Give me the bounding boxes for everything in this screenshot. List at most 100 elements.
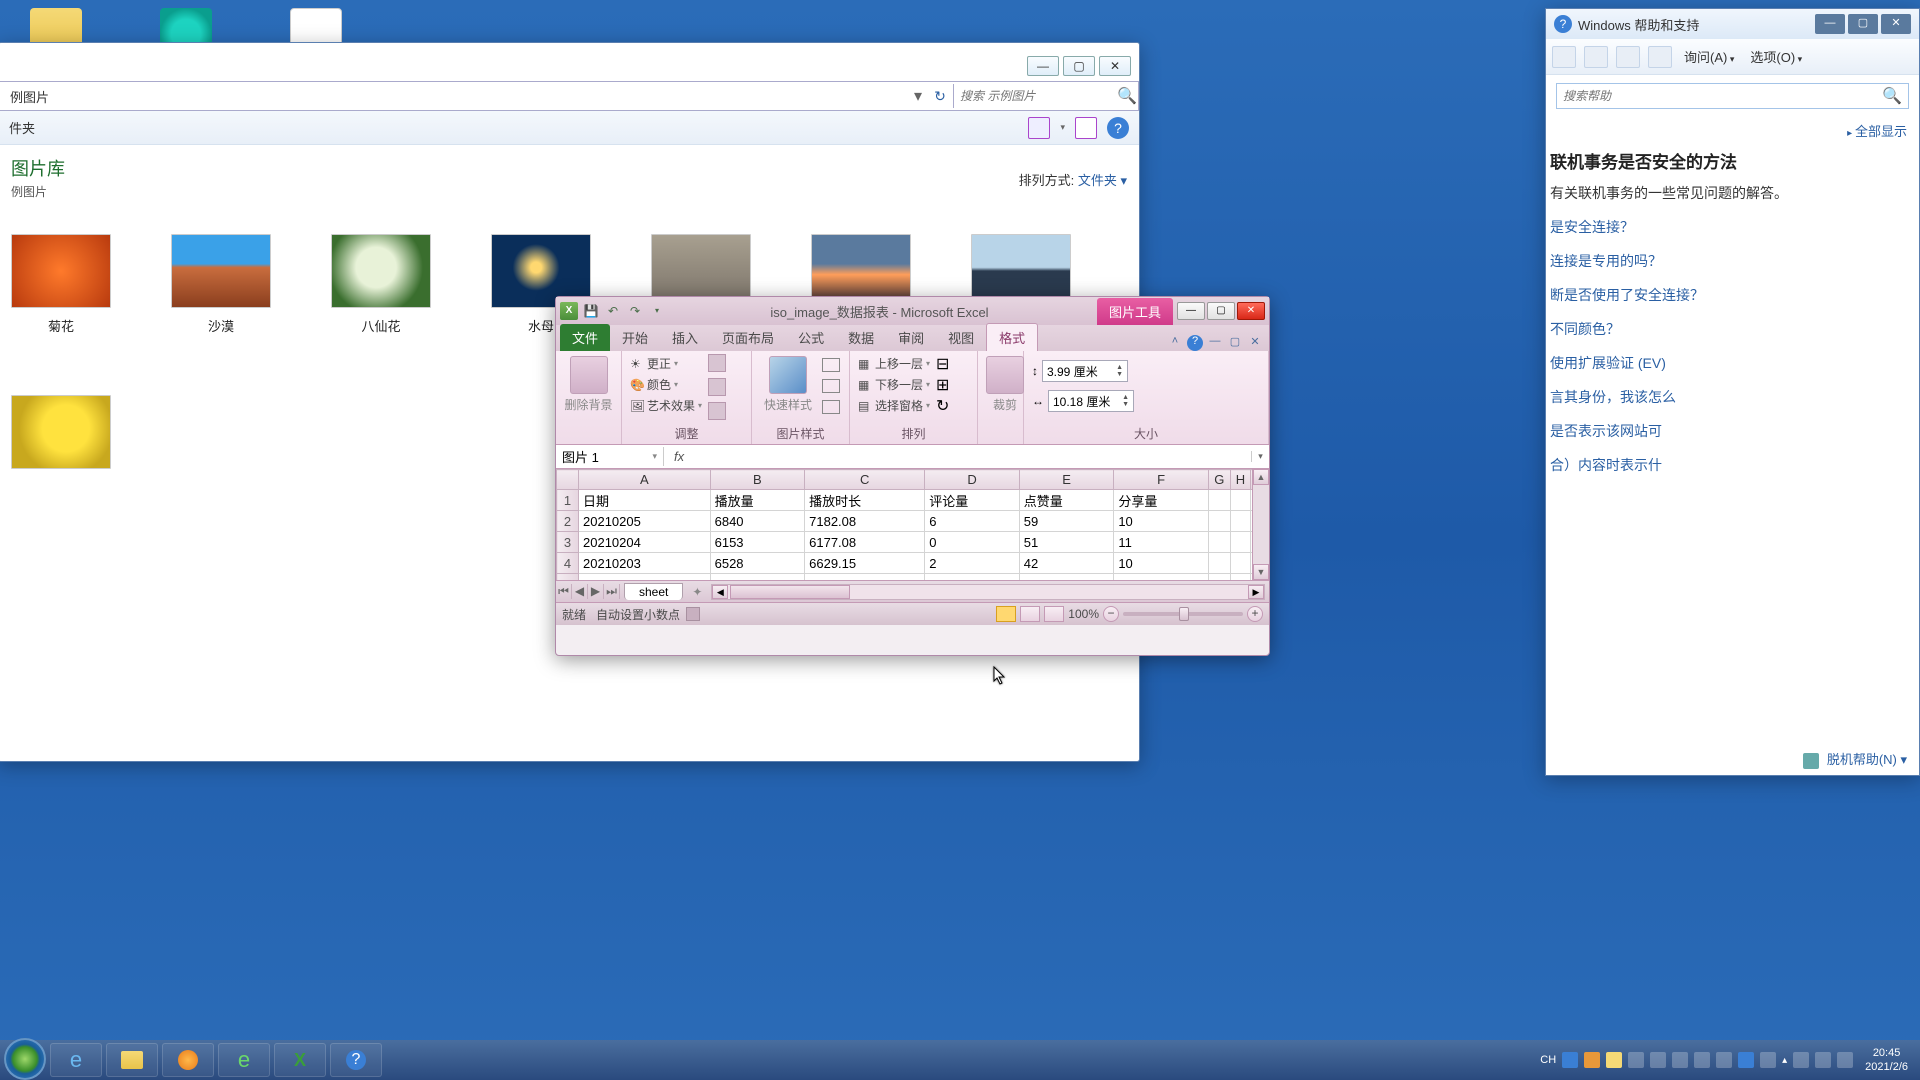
help-search-input[interactable] — [1563, 89, 1882, 103]
col-header[interactable]: G — [1208, 470, 1230, 490]
tray-flag-icon[interactable] — [1793, 1052, 1809, 1068]
tab-insert[interactable]: 插入 — [660, 324, 710, 351]
window-close-icon[interactable]: ✕ — [1247, 335, 1263, 351]
cell[interactable] — [1208, 553, 1230, 574]
crop-button[interactable]: 裁剪 — [986, 354, 1024, 413]
cell[interactable] — [1208, 490, 1230, 511]
cell[interactable]: 2 — [925, 553, 1020, 574]
remove-background-button[interactable]: 删除背景 — [564, 354, 613, 413]
name-box[interactable]: 图片 1 — [556, 447, 664, 466]
width-input[interactable]: 10.18 厘米▲▼ — [1048, 390, 1134, 412]
col-header[interactable]: C — [805, 470, 925, 490]
tray-ch-icon[interactable] — [1584, 1052, 1600, 1068]
cell[interactable]: 42 — [1019, 553, 1114, 574]
cell[interactable]: 20210204 — [579, 532, 711, 553]
scroll-left-icon[interactable]: ◀ — [712, 585, 728, 599]
cell[interactable]: 59 — [1019, 511, 1114, 532]
zoom-handle-icon[interactable] — [1179, 607, 1189, 621]
sort-dropdown[interactable]: 文件夹 ▾ — [1078, 173, 1127, 188]
help-link[interactable]: 断是否使用了安全连接？ — [1550, 285, 1907, 305]
tray-sync-icon[interactable] — [1628, 1052, 1644, 1068]
tab-formula[interactable]: 公式 — [786, 324, 836, 351]
spinner-up-down-icon[interactable]: ▲▼ — [1116, 364, 1123, 378]
row-header[interactable]: 1 — [557, 490, 579, 511]
selection-pane-button[interactable]: ▤选择窗格 — [858, 396, 930, 415]
col-header[interactable]: A — [579, 470, 711, 490]
sheet-nav-first-icon[interactable]: ⏮ — [556, 584, 572, 599]
cell[interactable]: 分享量 — [1114, 490, 1209, 511]
col-header[interactable]: D — [925, 470, 1020, 490]
cell[interactable]: 0 — [925, 532, 1020, 553]
taskbar-browser[interactable]: e — [218, 1043, 270, 1077]
window-restore-icon[interactable]: ▢ — [1227, 335, 1243, 351]
cell[interactable]: 评论量 — [925, 490, 1020, 511]
quick-styles-button[interactable]: 快速样式 — [760, 354, 816, 413]
macro-record-icon[interactable] — [686, 607, 700, 621]
tab-home[interactable]: 开始 — [610, 324, 660, 351]
cell[interactable]: 6 — [925, 574, 1020, 582]
align-icon[interactable]: ⊟ — [936, 354, 954, 368]
tab-data[interactable]: 数据 — [836, 324, 886, 351]
scroll-right-icon[interactable]: ▶ — [1248, 585, 1264, 599]
cell[interactable]: 20210205 — [579, 511, 711, 532]
maximize-button[interactable]: ▢ — [1848, 14, 1878, 34]
undo-icon[interactable]: ↶ — [604, 302, 622, 320]
fx-icon[interactable]: fx — [664, 449, 694, 464]
tray-app1-icon[interactable] — [1650, 1052, 1666, 1068]
close-button[interactable]: ✕ — [1099, 56, 1131, 76]
cell[interactable]: 6840 — [710, 511, 805, 532]
cell[interactable] — [1230, 553, 1250, 574]
scroll-up-icon[interactable]: ▲ — [1253, 469, 1269, 485]
print-icon[interactable] — [1584, 46, 1608, 68]
row-header[interactable]: 2 — [557, 511, 579, 532]
help-link[interactable]: 使用扩展验证 (EV) — [1550, 353, 1907, 373]
cell[interactable]: 11 — [1114, 532, 1209, 553]
sheet-nav-next-icon[interactable]: ▶ — [588, 584, 604, 599]
picture-tools-tab[interactable]: 图片工具 — [1097, 298, 1173, 325]
search-icon[interactable]: 🔍 — [1117, 86, 1137, 106]
cell[interactable]: 日期 — [579, 490, 711, 511]
zoom-level[interactable]: 100% — [1068, 607, 1099, 621]
dropdown-icon[interactable]: ▾ — [1060, 122, 1065, 133]
tray-moon-icon[interactable] — [1606, 1052, 1622, 1068]
refresh-icon[interactable]: ↻ — [927, 88, 953, 105]
col-header[interactable]: F — [1114, 470, 1209, 490]
minimize-button[interactable]: — — [1027, 56, 1059, 76]
select-all[interactable] — [557, 470, 579, 490]
new-sheet-icon[interactable]: ✦ — [687, 585, 707, 599]
col-header[interactable]: B — [710, 470, 805, 490]
bring-forward-button[interactable]: ▦上移一层 — [858, 354, 930, 373]
taskbar-media[interactable] — [162, 1043, 214, 1077]
cell[interactable]: 播放时长 — [805, 490, 925, 511]
tray-lang[interactable]: CH — [1540, 1054, 1556, 1066]
tray-app4-icon[interactable] — [1716, 1052, 1732, 1068]
maximize-button[interactable]: ▢ — [1207, 302, 1235, 320]
cell[interactable]: 10 — [1114, 553, 1209, 574]
help-link[interactable]: 是否表示该网站可 — [1550, 421, 1907, 441]
tray-ime-icon[interactable] — [1562, 1052, 1578, 1068]
help-link[interactable]: 言其身份，我该怎么 — [1550, 387, 1907, 407]
offline-help-link[interactable]: 脱机帮助(N) ▾ — [1827, 752, 1907, 767]
rotate-icon[interactable]: ↻ — [936, 396, 954, 410]
image-thumb[interactable]: 沙漠 — [171, 234, 271, 335]
excel-icon[interactable]: X — [560, 302, 578, 320]
clock[interactable]: 20:45 2021/2/6 — [1865, 1046, 1908, 1074]
send-backward-button[interactable]: ▦下移一层 — [858, 375, 930, 394]
view-layout-icon[interactable] — [1020, 606, 1040, 622]
change-pic-icon[interactable] — [708, 378, 726, 396]
group-icon[interactable]: ⊞ — [936, 375, 954, 389]
cell[interactable] — [1208, 532, 1230, 553]
sheet-tab[interactable]: sheet — [624, 583, 683, 600]
view-normal-icon[interactable] — [996, 606, 1016, 622]
help-link[interactable]: 合）内容时表示什 — [1550, 455, 1907, 475]
cell[interactable]: 6177.08 — [805, 532, 925, 553]
cell[interactable]: 点赞量 — [1019, 490, 1114, 511]
zoom-slider[interactable] — [1123, 612, 1243, 616]
border-icon[interactable] — [822, 358, 840, 372]
cell[interactable] — [1230, 490, 1250, 511]
cell[interactable]: 播放量 — [710, 490, 805, 511]
tab-review[interactable]: 审阅 — [886, 324, 936, 351]
cell[interactable]: 6629.15 — [805, 553, 925, 574]
taskbar-explorer[interactable] — [106, 1043, 158, 1077]
row-header[interactable]: 4 — [557, 553, 579, 574]
